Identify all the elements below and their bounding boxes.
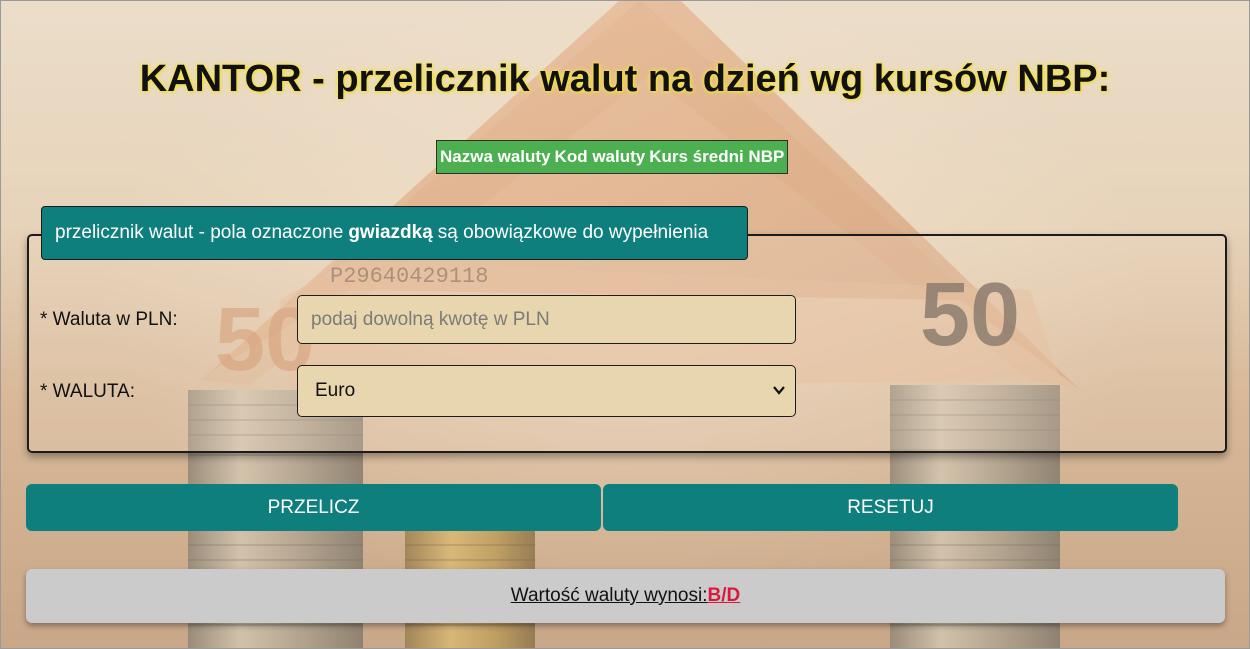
column-header-currency-name: Nazwa waluty bbox=[440, 147, 551, 166]
currency-label: * WALUTA: bbox=[40, 381, 136, 402]
result-label: Wartość waluty wynosi: bbox=[510, 585, 708, 606]
page-title: KANTOR - przelicznik walut na dzień wg k… bbox=[139, 58, 1111, 100]
result-bar: Wartość waluty wynosi: B/D bbox=[26, 569, 1225, 623]
currency-selected-value: Euro bbox=[315, 380, 356, 401]
amount-label: * Waluta w PLN: bbox=[40, 309, 178, 330]
result-value: B/D bbox=[707, 585, 741, 606]
currency-select[interactable]: Euro bbox=[297, 365, 796, 417]
calculate-button[interactable]: PRZELICZ bbox=[26, 484, 601, 531]
reset-button[interactable]: RESETUJ bbox=[603, 484, 1178, 531]
legend-text: przelicznik walut - pola oznaczone bbox=[55, 222, 344, 243]
column-header-currency-code: Kod waluty bbox=[554, 147, 646, 166]
chevron-down-icon bbox=[773, 386, 785, 395]
legend-text-end: są obowiązkowe do wypełnienia bbox=[437, 222, 709, 243]
exchange-rates-table: Nazwa waluty Kod waluty Kurs średni NBP bbox=[436, 140, 789, 174]
column-header-average-rate: Kurs średni NBP bbox=[649, 147, 785, 166]
table-header-row: Nazwa waluty Kod waluty Kurs średni NBP bbox=[437, 141, 788, 174]
fieldset-legend: przelicznik walut - pola oznaczone gwiaz… bbox=[41, 206, 748, 260]
amount-input[interactable] bbox=[297, 295, 796, 344]
legend-emphasis: gwiazdką bbox=[348, 222, 433, 243]
